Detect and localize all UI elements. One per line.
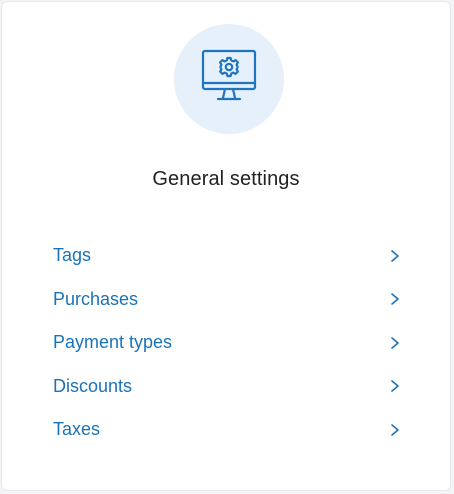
- menu-item-label: Taxes: [53, 419, 101, 440]
- menu-item-taxes[interactable]: Taxes: [53, 408, 401, 452]
- settings-menu: Tags Purchases Payment types Discounts T…: [53, 234, 401, 452]
- menu-item-label: Payment types: [53, 332, 173, 353]
- menu-item-payment-types[interactable]: Payment types: [53, 321, 401, 365]
- menu-item-label: Tags: [53, 245, 92, 266]
- menu-item-label: Discounts: [53, 375, 133, 396]
- chevron-right-icon: [391, 336, 399, 349]
- monitor-gear-icon: [174, 24, 284, 134]
- menu-item-purchases[interactable]: Purchases: [53, 278, 401, 322]
- chevron-right-icon: [391, 293, 399, 306]
- menu-item-label: Purchases: [53, 288, 139, 309]
- card-title: General settings: [152, 168, 300, 190]
- chevron-right-icon: [391, 380, 399, 393]
- chevron-right-icon: [391, 423, 399, 436]
- general-settings-card: General settings Tags Purchases Payment …: [1, 1, 451, 491]
- menu-item-tags[interactable]: Tags: [53, 234, 401, 278]
- chevron-right-icon: [391, 249, 399, 262]
- menu-item-discounts[interactable]: Discounts: [53, 365, 401, 409]
